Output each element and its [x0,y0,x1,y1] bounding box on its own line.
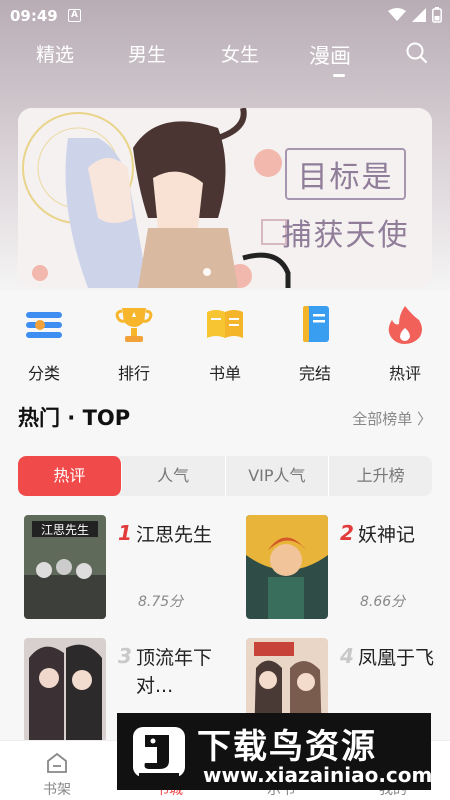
shortcut-hot-comments[interactable]: 热评 [375,302,435,384]
status-time: 09:49 [10,7,58,25]
rank-item[interactable]: 2 妖神记 8.66分 [246,515,446,625]
comic-cover [246,515,328,619]
shortcut-label: 热评 [388,364,421,383]
rank-number: 4 [340,644,354,668]
shortcut-ranking[interactable]: 排行 [104,302,164,384]
shortcut-booklist[interactable]: 书单 [195,302,255,384]
comic-title: 顶流年下对... [136,647,213,697]
tab-vip-popularity[interactable]: VIP人气 [226,456,330,496]
carousel-indicator [203,268,211,276]
bookshelf-icon [47,752,67,773]
comic-cover [24,638,106,742]
comic-score: 8.66分 [360,594,406,610]
ranking-tabs: 热评 人气 VIP人气 上升榜 [18,456,432,496]
category-icon [26,312,62,338]
tab-hot-comments[interactable]: 热评 [18,456,122,496]
comic-cover: 江思先生 [24,515,106,619]
trophy-icon [115,308,153,342]
search-icon [406,42,428,64]
tab-popularity[interactable]: 人气 [122,456,226,496]
shortcut-label: 完结 [298,364,331,383]
tab-female[interactable]: 女生 [221,40,259,67]
watermark-url: www.xiazainiao.com [203,763,433,787]
bird-logo-icon [133,727,185,777]
watermark-banner: 下载鸟资源 www.xiazainiao.com [117,713,433,790]
hot-top-header: 热门 · TOP 全部榜单 〉 [18,402,432,432]
banner-carousel[interactable]: 目标是 捕获天使 [18,108,432,288]
shortcut-label: 排行 [117,364,150,383]
comic-title: 江思先生 [136,524,213,546]
banner-title-line1: 目标是 [285,148,406,200]
shortcut-label: 书单 [208,364,241,383]
status-icons [388,7,442,23]
tab-rising[interactable]: 上升榜 [329,456,432,496]
battery-icon [432,7,442,23]
rank-item[interactable]: 江思先生 1 江思先生 8.75分 [24,515,224,625]
banner-title: 目标是 捕获天使 [273,148,418,254]
notification-a-icon: A [68,9,81,22]
svg-text:江思先生: 江思先生 [41,523,89,537]
section-title: 热门 · TOP [18,406,131,430]
category-shortcuts: 分类 排行 书单 完结 热评 [0,290,450,383]
bottom-tab-bookshelf[interactable]: 书架 [27,751,87,799]
rank-number: 2 [340,521,354,545]
banner-title-line2: 捕获天使 [281,218,410,253]
rank-number: 3 [118,644,132,668]
wifi-icon [388,8,406,21]
comic-title: 凤凰于飞 [358,647,435,669]
all-rankings-link[interactable]: 全部榜单 〉 [352,408,432,429]
book-icon [207,310,243,338]
bottom-tab-label: 书架 [43,782,71,798]
tab-male[interactable]: 男生 [128,40,166,67]
comic-score: 8.75分 [138,594,184,610]
signal-icon [412,8,426,22]
rank-number: 1 [118,521,132,545]
top-nav: 精选 男生 女生 漫画 [0,32,450,82]
active-tab-indicator [333,74,345,77]
tab-comics[interactable]: 漫画 [309,40,351,70]
shortcut-category[interactable]: 分类 [14,302,74,384]
watermark-title: 下载鸟资源 [197,727,377,767]
finished-book-icon [303,306,329,342]
tab-featured[interactable]: 精选 [36,40,74,67]
comic-title: 妖神记 [358,524,416,546]
shortcut-label: 分类 [27,364,60,383]
flame-icon [388,306,422,344]
search-button[interactable] [406,42,428,68]
shortcut-finished[interactable]: 完结 [285,302,345,384]
status-bar: 09:49 A [0,0,450,32]
